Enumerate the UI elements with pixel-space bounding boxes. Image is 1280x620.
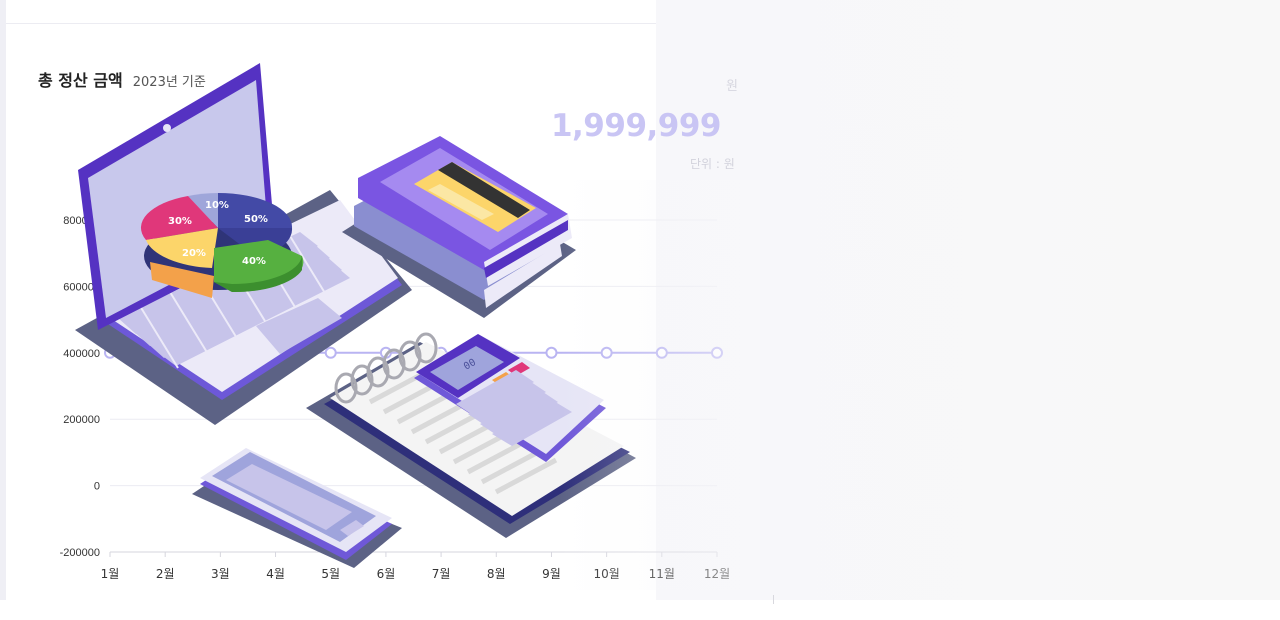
finance-illustration: 50% 40% 30% 20% 10% 00 [75, 63, 636, 568]
pie-label-30: 30% [168, 216, 192, 227]
pie-label-40: 40% [242, 256, 266, 267]
pie-label-50: 50% [244, 214, 268, 225]
unit-label: 단위 : 원 [690, 157, 735, 171]
chart-subtitle: 2023년 기준 [132, 75, 206, 90]
currency-unit: 원 [726, 79, 738, 94]
chart-title: 총 정산 금액 [38, 71, 123, 90]
chart-header: 총 정산 금액 2023년 기준 [38, 67, 206, 91]
pie-label-20: 20% [182, 248, 206, 259]
phone-illustration [192, 448, 402, 568]
pie-label-10: 10% [205, 200, 229, 211]
pie-illustration: 50% 40% 30% 20% 10% [140, 192, 304, 298]
total-amount: 1,999,999 [550, 108, 722, 144]
